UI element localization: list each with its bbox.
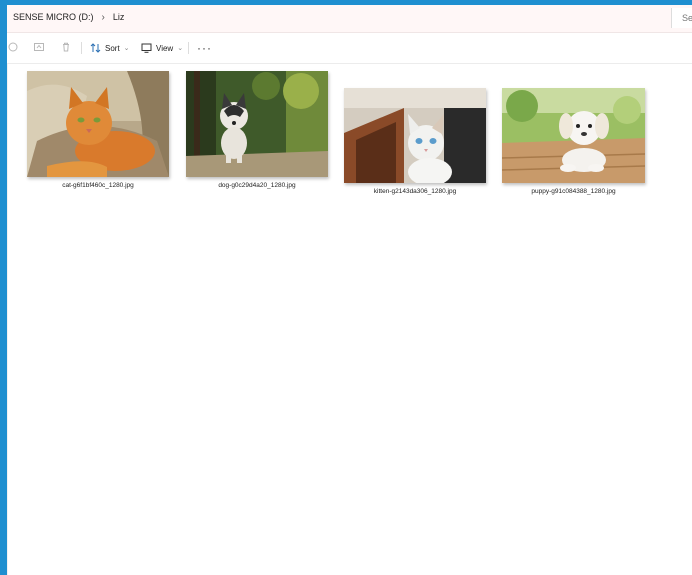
thumbnail-cat	[27, 71, 169, 177]
file-grid: cat-g6f1bf460c_1280.jpg dog-g0c29d4a20_1…	[7, 64, 692, 575]
command-bar: Sort ⌄ View ⌄ ···	[7, 33, 692, 64]
toolbar-divider	[188, 42, 189, 54]
sort-button[interactable]: Sort ⌄	[90, 39, 130, 57]
chevron-down-icon: ⌄	[177, 45, 184, 52]
view-icon	[141, 43, 152, 53]
rename-icon[interactable]	[7, 41, 19, 53]
file-item-dog[interactable]: dog-g0c29d4a20_1280.jpg	[186, 71, 328, 189]
toolbar-divider	[81, 42, 82, 54]
chevron-right-icon[interactable]: ›	[102, 12, 105, 22]
thumbnail-puppy	[502, 88, 645, 183]
sort-label: Sort	[105, 43, 120, 53]
breadcrumb-drive[interactable]: SENSE MICRO (D:)	[13, 12, 94, 22]
thumbnail-dog	[186, 71, 328, 177]
file-name: cat-g6f1bf460c_1280.jpg	[62, 182, 134, 189]
file-name: dog-g0c29d4a20_1280.jpg	[218, 182, 296, 189]
file-item-kitten[interactable]: kitten-g2143da306_1280.jpg	[344, 88, 486, 195]
file-name: kitten-g2143da306_1280.jpg	[373, 188, 457, 195]
address-bar[interactable]: SENSE MICRO (D:) › Liz Se	[7, 5, 692, 33]
breadcrumb-folder[interactable]: Liz	[113, 12, 125, 22]
search-input[interactable]: Se	[671, 8, 692, 28]
chevron-down-icon: ⌄	[123, 45, 130, 52]
breadcrumb: SENSE MICRO (D:) › Liz	[13, 12, 124, 22]
file-item-puppy[interactable]: puppy-g91c084388_1280.jpg	[502, 88, 645, 195]
file-explorer-window: SENSE MICRO (D:) › Liz Se Sort ⌄ View ⌄ …	[7, 5, 692, 575]
share-icon[interactable]	[33, 41, 45, 53]
view-button[interactable]: View ⌄	[141, 39, 183, 57]
file-item-cat[interactable]: cat-g6f1bf460c_1280.jpg	[27, 71, 169, 189]
sort-icon	[90, 43, 101, 53]
delete-icon[interactable]	[60, 41, 72, 53]
thumbnail-kitten	[344, 88, 486, 183]
file-name: puppy-g91c084388_1280.jpg	[531, 188, 616, 195]
more-options-button[interactable]: ···	[197, 39, 212, 57]
view-label: View	[156, 43, 174, 53]
